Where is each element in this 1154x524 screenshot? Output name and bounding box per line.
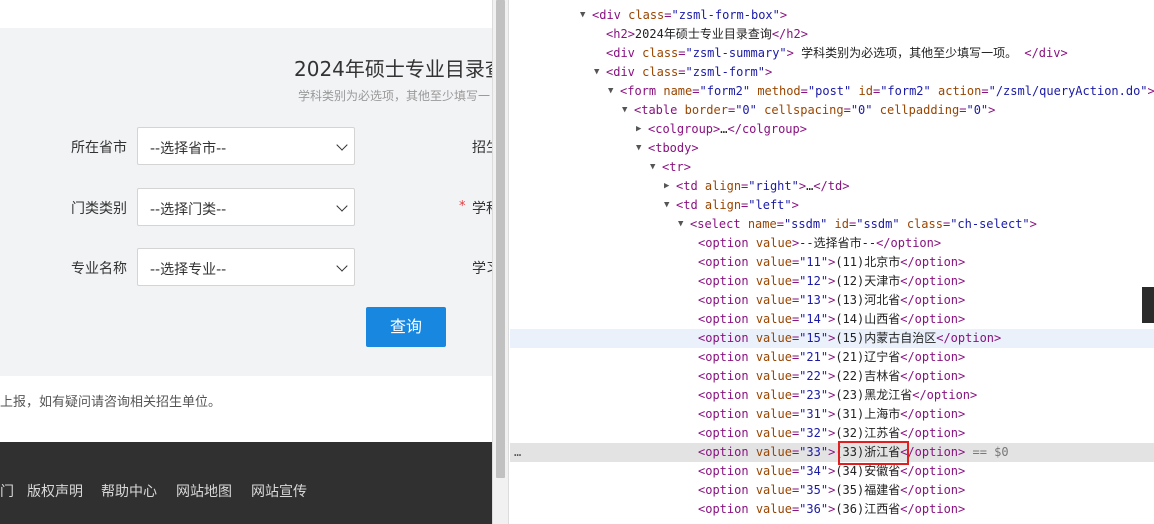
dom-node-text: <colgroup>…</colgroup>	[648, 122, 807, 136]
expand-arrow-down-icon[interactable]: ▼	[664, 196, 669, 215]
scrollbar-thumb[interactable]	[496, 0, 505, 478]
more-actions-icon[interactable]: …	[514, 443, 521, 462]
dom-node-text: <td align="left">	[676, 198, 799, 212]
recruit-unit-label: 招生	[472, 140, 492, 156]
query-button[interactable]: 查询	[366, 307, 446, 347]
dom-tree-line[interactable]: <option value="23">(23)黑龙江省</option>	[510, 386, 1154, 405]
expand-arrow-right-icon[interactable]: ▶	[664, 177, 669, 196]
major-label: 专业名称	[71, 261, 127, 277]
dom-node-text: <div class="zsml-form-box">	[592, 8, 788, 22]
dom-tree-line[interactable]: <option value="31">(31)上海市</option>	[510, 405, 1154, 424]
dom-tree-line[interactable]: <option value="15">(15)内蒙古自治区</option>	[510, 329, 1154, 348]
province-label: 所在省市	[71, 140, 127, 156]
page-scrollbar[interactable]	[492, 0, 509, 524]
dom-tree-line[interactable]: <option value="21">(21)辽宁省</option>	[510, 348, 1154, 367]
footer: 门 版权声明 帮助中心 网站地图 网站宣传	[0, 442, 492, 524]
category-label: 门类类别	[71, 201, 127, 217]
dom-node-text: <tbody>	[648, 141, 699, 155]
dom-tree-line[interactable]: <option value="36">(36)江西省</option>	[510, 500, 1154, 519]
dom-tree-line[interactable]: <option value>--选择省市--</option>	[510, 234, 1154, 253]
chevron-down-icon	[336, 139, 348, 151]
footer-link[interactable]: 门	[0, 481, 14, 501]
dom-tree-line[interactable]: <option value="22">(22)吉林省</option>	[510, 367, 1154, 386]
dom-tree-line[interactable]: <option value="13">(13)河北省</option>	[510, 291, 1154, 310]
dom-node-text: <form name="form2" method="post" id="for…	[620, 84, 1154, 98]
dom-tree-line[interactable]: ▼ <td align="left">	[510, 196, 1154, 215]
expand-arrow-down-icon[interactable]: ▼	[594, 63, 599, 82]
dom-node-text: <option value="15">(15)内蒙古自治区</option>	[698, 331, 1002, 345]
dom-tree-line[interactable]: <option value="12">(12)天津市</option>	[510, 272, 1154, 291]
expand-arrow-down-icon[interactable]: ▼	[636, 139, 641, 158]
footer-link-help[interactable]: 帮助中心	[101, 481, 157, 501]
dom-node-text: <option value="12">(12)天津市</option>	[698, 274, 966, 288]
selected-text-highlight	[838, 441, 909, 465]
major-select-value: --选择专业--	[150, 262, 227, 278]
dom-tree-line[interactable]: <option value="14">(14)山西省</option>	[510, 310, 1154, 329]
dom-node-text: <option value="36">(36)江西省</option>	[698, 502, 966, 516]
page-summary: 学科类别为必选项，其他至少填写一	[298, 89, 491, 103]
dom-tree-line[interactable]: ▼ <tbody>	[510, 139, 1154, 158]
dom-node-text: <tr>	[662, 160, 691, 174]
category-select[interactable]: --选择门类--	[137, 188, 355, 226]
dom-node-text: <option value="35">(35)福建省</option>	[698, 483, 966, 497]
dom-node-text: <table border="0" cellspacing="0" cellpa…	[634, 103, 996, 117]
dom-tree-line[interactable]: <option value="34">(34)安徽省</option>	[510, 462, 1154, 481]
expand-arrow-down-icon[interactable]: ▼	[650, 158, 655, 177]
footer-link-copyright[interactable]: 版权声明	[27, 481, 83, 501]
dom-tree-line[interactable]: <div class="zsml-summary"> 学科类别为必选项，其他至少…	[510, 44, 1154, 63]
dom-node-text: <option value="22">(22)吉林省</option>	[698, 369, 966, 383]
chevron-down-icon	[336, 200, 348, 212]
dom-node-text: <option value="21">(21)辽宁省</option>	[698, 350, 966, 364]
dom-node-text: <div class="zsml-form">	[606, 65, 773, 79]
devtools-scrollbar-thumb[interactable]	[1142, 287, 1154, 323]
dom-tree-line[interactable]: ▼ <table border="0" cellspacing="0" cellp…	[510, 101, 1154, 120]
study-mode-label: 学习	[472, 261, 492, 277]
major-select[interactable]: --选择专业--	[137, 248, 355, 286]
dom-node-text: <option value="31">(31)上海市</option>	[698, 407, 966, 421]
dom-node-text: <option value="23">(23)黑龙江省</option>	[698, 388, 978, 402]
expand-arrow-down-icon[interactable]: ▼	[622, 101, 627, 120]
dom-node-text: <option value="13">(13)河北省</option>	[698, 293, 966, 307]
dom-tree-line[interactable]: <option value="11">(11)北京市</option>	[510, 253, 1154, 272]
expand-arrow-right-icon[interactable]: ▶	[636, 120, 641, 139]
dom-tree-line[interactable]: <option value="33">(33)浙江省</option> == $…	[510, 443, 1154, 462]
footer-link-sitemap[interactable]: 网站地图	[176, 481, 232, 501]
discipline-label: 学科	[472, 201, 492, 217]
dom-tree-line[interactable]: ▼ <form name="form2" method="post" id="fo…	[510, 82, 1154, 101]
dom-tree-line[interactable]: ▼ <div class="zsml-form">	[510, 63, 1154, 82]
dom-tree-line[interactable]: <h2>2024年硕士专业目录查询</h2>	[510, 25, 1154, 44]
chevron-down-icon	[336, 260, 348, 272]
dom-tree-line[interactable]: ▼ <div class="zsml-form-box">	[510, 6, 1154, 25]
web-page-pane: 2024年硕士专业目录查 学科类别为必选项，其他至少填写一 所在省市 --选择省…	[0, 0, 492, 524]
dom-node-text: <option value="34">(34)安徽省</option>	[698, 464, 966, 478]
province-select[interactable]: --选择省市--	[137, 127, 355, 165]
dom-tree-line[interactable]: <option value="32">(32)江苏省</option>	[510, 424, 1154, 443]
dom-node-text: <option value="14">(14)山西省</option>	[698, 312, 966, 326]
dom-tree-line[interactable]: ▶ <colgroup>…</colgroup>	[510, 120, 1154, 139]
dom-tree-line[interactable]: ▼ <select name="ssdm" id="ssdm" class="ch…	[510, 215, 1154, 234]
dom-node-text: <td align="right">…</td>	[676, 179, 850, 193]
dom-node-text: <option value="11">(11)北京市</option>	[698, 255, 966, 269]
expand-arrow-down-icon[interactable]: ▼	[580, 6, 585, 25]
dom-node-text: <option value="32">(32)江苏省</option>	[698, 426, 966, 440]
devtools-elements-panel: ▼ <div class="zsml-form-box"> <h2>2024年硕士专…	[510, 0, 1154, 524]
expand-arrow-down-icon[interactable]: ▼	[678, 215, 683, 234]
province-select-value: --选择省市--	[150, 141, 227, 157]
required-mark: *	[459, 199, 466, 214]
dom-tree-line[interactable]: <option value="35">(35)福建省</option>	[510, 481, 1154, 500]
expand-arrow-down-icon[interactable]: ▼	[608, 82, 613, 101]
dom-node-text: <select name="ssdm" id="ssdm" class="ch-…	[690, 217, 1037, 231]
footer-link-promo[interactable]: 网站宣传	[251, 481, 307, 501]
page-title: 2024年硕士专业目录查	[294, 57, 492, 81]
category-select-value: --选择门类--	[150, 202, 227, 218]
notice-text: 上报，如有疑问请咨询相关招生单位。	[0, 395, 222, 410]
dom-node-text: <div class="zsml-summary"> 学科类别为必选项，其他至少…	[606, 46, 1068, 60]
dom-node-text: <h2>2024年硕士专业目录查询</h2>	[606, 27, 808, 41]
dom-tree-line[interactable]: ▼ <tr>	[510, 158, 1154, 177]
dom-node-text: <option value>--选择省市--</option>	[698, 236, 942, 250]
dom-tree-line[interactable]: ▶ <td align="right">…</td>	[510, 177, 1154, 196]
